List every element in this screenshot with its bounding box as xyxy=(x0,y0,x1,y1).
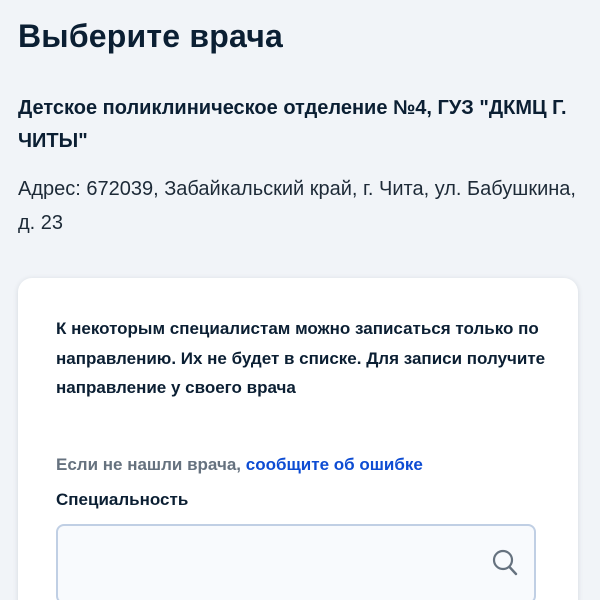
doctor-search-card: К некоторым специалистам можно записатьс… xyxy=(18,278,578,600)
hint-text: Если не нашли врача, xyxy=(56,455,241,474)
page: Выберите врача Детское поликлиническое о… xyxy=(0,0,600,600)
specialty-label: Специальность xyxy=(56,490,189,509)
report-error-link[interactable]: сообщите об ошибке xyxy=(246,455,423,474)
specialty-search-field[interactable] xyxy=(56,524,536,600)
page-title: Выберите врача xyxy=(18,18,283,54)
error-report-hint: Если не нашли врача, сообщите об ошибке xyxy=(56,453,423,477)
clinic-name: Детское поликлиническое отделение №4, ГУ… xyxy=(18,97,567,152)
specialty-search-input[interactable] xyxy=(58,526,534,600)
search-icon[interactable] xyxy=(490,548,520,578)
clinic-address: Адрес: 672039, Забайкальский край, г. Чи… xyxy=(18,178,576,234)
referral-notice: К некоторым специалистам можно записатьс… xyxy=(56,319,546,397)
